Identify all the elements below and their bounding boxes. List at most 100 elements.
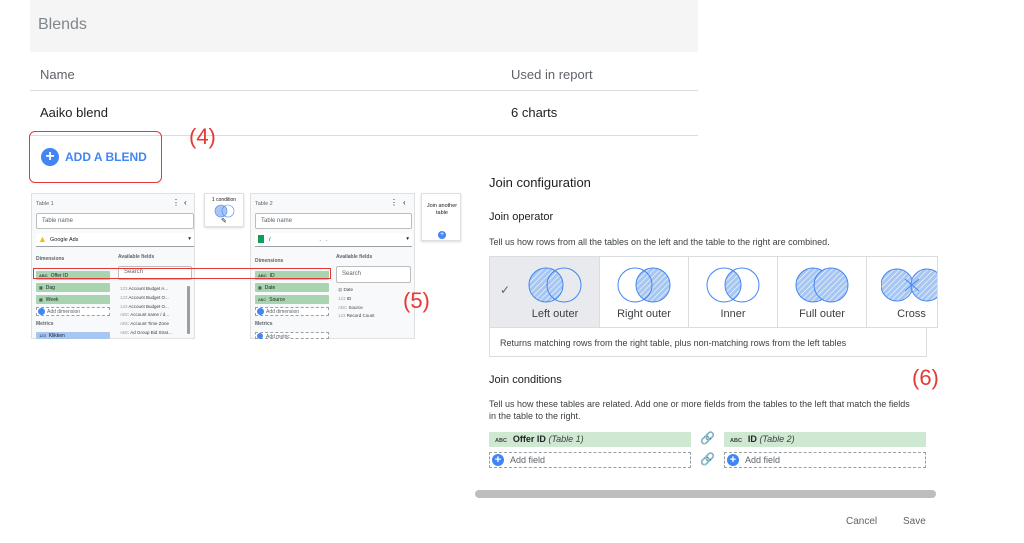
more-vert-icon[interactable]: ⋮ <box>172 198 180 207</box>
edit-icon[interactable]: ✎ <box>221 217 227 225</box>
table2-title: Table 2 <box>255 201 273 207</box>
join-operator-heading: Join operator <box>489 211 554 223</box>
link-icon: 🔗 <box>700 431 715 445</box>
list-item[interactable]: 123 Record Count <box>338 312 408 321</box>
operator-label: Cross <box>897 308 926 320</box>
list-item[interactable]: ▦ Date <box>338 286 408 295</box>
annotation-4: (4) <box>189 124 216 149</box>
blends-header: Blends <box>30 0 698 52</box>
join-operator-group: ✓ Left outer Right outer Inner Full oute… <box>489 256 938 328</box>
plus-icon: + <box>41 148 59 166</box>
table1-dimension-chip[interactable]: ▦ Dag <box>36 283 110 292</box>
table2-metrics-label: Metrics <box>255 321 273 327</box>
plus-icon: + <box>727 454 739 466</box>
list-item[interactable]: ABC Account name / d... <box>120 311 184 320</box>
table2-source-select[interactable]: / . . ▾ <box>255 233 412 247</box>
text-type-icon: ABC <box>495 438 507 444</box>
left-outer-venn-icon <box>528 267 582 303</box>
operator-right-outer[interactable]: Right outer <box>600 257 689 327</box>
inner-venn-icon <box>706 267 760 303</box>
table1-dimension-chip[interactable]: ▦ Week <box>36 295 110 304</box>
table2-field-list: ▦ Date 123 ID ABC Source 123 Record Coun… <box>338 286 408 321</box>
right-add-field[interactable]: + Add field <box>724 452 926 468</box>
operator-full-outer[interactable]: Full outer <box>778 257 867 327</box>
operator-label: Left outer <box>531 308 579 320</box>
right-condition-field[interactable]: ABC ID (Table 2) <box>724 432 926 447</box>
table1-field-list: 123 Account Budget A... 123 Account Budg… <box>120 285 184 338</box>
table2-available-label: Available fields <box>336 254 373 260</box>
sheets-icon <box>258 235 264 243</box>
list-item[interactable]: 123 Account Budget O... <box>120 294 184 303</box>
chevron-down-icon: ▾ <box>188 236 191 242</box>
table2-dimensions-label: Dimensions <box>255 258 284 264</box>
table1-metric-chip[interactable]: 123 Klikken <box>36 332 110 339</box>
table2-add-dimension[interactable]: Add dimension <box>255 307 329 316</box>
join-condition-box[interactable]: 1 condition ✎ <box>204 193 244 227</box>
collapse-icon[interactable]: ‹ <box>403 198 406 207</box>
list-item[interactable]: 123 ID <box>338 295 408 304</box>
list-item[interactable]: 123 Account Budget O... <box>120 303 184 312</box>
cross-venn-icon <box>880 268 937 302</box>
divider <box>30 90 698 91</box>
table1-name-input[interactable]: Table name <box>36 213 194 229</box>
table1-available-label: Available fields <box>118 254 155 260</box>
table2-source: / . . <box>269 237 328 243</box>
operator-label: Inner <box>720 308 746 320</box>
join-conditions-desc: Tell us how these tables are related. Ad… <box>489 399 910 421</box>
table1-add-dimension[interactable]: Add dimension <box>36 307 110 316</box>
annotation-5: (5) <box>403 288 430 313</box>
table2-search-input[interactable]: Search <box>336 266 411 283</box>
cancel-button[interactable]: Cancel <box>846 516 877 527</box>
blend-row-used: 6 charts <box>511 105 558 120</box>
operator-inner[interactable]: Inner <box>689 257 778 327</box>
plus-icon: + <box>438 231 446 239</box>
operator-selected-desc: Returns matching rows from the right tab… <box>489 328 927 357</box>
list-item[interactable]: ABC Account Time Zone <box>120 320 184 329</box>
annotation-6: (6) <box>912 365 939 390</box>
operator-left-outer[interactable]: ✓ Left outer <box>490 257 600 327</box>
table2-dimension-chip[interactable]: ▦ Date <box>255 283 329 292</box>
join-config-title: Join configuration <box>489 175 591 190</box>
operator-label: Full outer <box>799 308 845 320</box>
list-item[interactable]: ABC Source <box>338 304 408 313</box>
table1-dimensions-label: Dimensions <box>36 256 65 262</box>
scrollbar[interactable] <box>187 286 190 334</box>
table1-source-select[interactable]: ▲ Google Ads ▾ <box>36 233 194 247</box>
blend-row-name[interactable]: Aaiko blend <box>40 105 108 120</box>
table2-name-input[interactable]: Table name <box>255 213 412 229</box>
list-item[interactable]: 123 Account Budget A... <box>120 285 184 294</box>
blends-title: Blends <box>38 16 87 33</box>
google-ads-icon: ▲ <box>38 234 47 244</box>
add-blend-label: ADD A BLEND <box>65 150 147 164</box>
join-conditions-heading: Join conditions <box>489 374 562 386</box>
left-add-field[interactable]: + Add field <box>489 452 691 468</box>
link-icon: 🔗 <box>700 452 715 466</box>
highlight-box-5 <box>33 268 331 279</box>
col-name-header: Name <box>40 67 75 82</box>
right-outer-venn-icon <box>617 267 671 303</box>
left-condition-field[interactable]: ABC Offer ID (Table 1) <box>489 432 691 447</box>
table1-metrics-label: Metrics <box>36 321 54 327</box>
text-type-icon: ABC <box>730 438 742 444</box>
join-another-label: Join another table <box>426 203 458 216</box>
check-icon: ✓ <box>500 283 511 297</box>
table2-add-metric[interactable]: Add metric <box>255 332 329 340</box>
table2-dimension-chip[interactable]: ABC Source <box>255 295 329 304</box>
full-outer-venn-icon <box>795 267 849 303</box>
join-another-table-button[interactable]: Join another table + <box>421 193 461 241</box>
chevron-down-icon: ▾ <box>406 236 409 242</box>
collapse-icon[interactable]: ‹ <box>184 198 187 207</box>
col-used-header: Used in report <box>511 67 593 82</box>
list-item[interactable]: ABC Ad Group Bid Strat... <box>120 329 184 338</box>
table1-title: Table 1 <box>36 201 54 207</box>
operator-cross[interactable]: Cross <box>867 257 937 327</box>
add-blend-button[interactable]: + ADD A BLEND <box>41 148 147 166</box>
save-button[interactable]: Save <box>903 516 926 527</box>
horizontal-scrollbar[interactable] <box>475 490 936 498</box>
plus-icon: + <box>492 454 504 466</box>
join-venn-icon <box>214 204 235 218</box>
condition-label: 1 condition <box>211 197 237 203</box>
join-operator-desc: Tell us how rows from all the tables on … <box>489 237 830 247</box>
more-vert-icon[interactable]: ⋮ <box>390 198 398 207</box>
operator-label: Right outer <box>617 308 671 320</box>
